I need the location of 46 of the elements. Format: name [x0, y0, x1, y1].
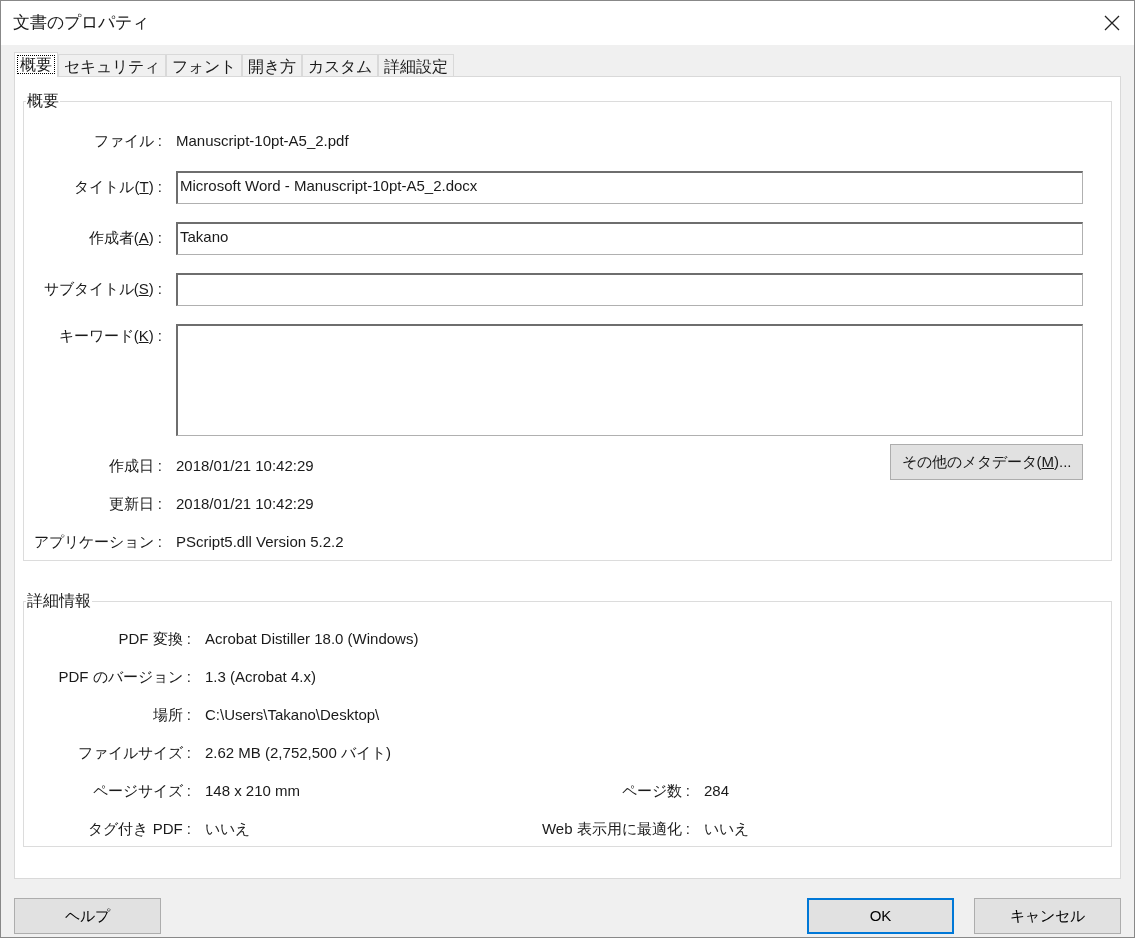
field-value: いいえ — [205, 818, 251, 839]
field-label: サブタイトル(S) : — [42, 279, 162, 300]
input-field[interactable]: Microsoft Word - Manuscript-10pt-A5_2.docx — [176, 171, 1083, 204]
field-label: タグ付き PDF : — [87, 818, 191, 839]
field-label: タイトル(T) : — [73, 177, 162, 198]
field-value: PScript5.dll Version 5.2.2 — [176, 531, 344, 552]
field-value: 284 — [704, 780, 730, 801]
more-metadata-button[interactable]: その他のメタデータ(M)... — [890, 444, 1083, 480]
field-value: いいえ — [704, 818, 749, 839]
field-label: ページ数 : — [620, 780, 690, 801]
field-label: Web 表示用に最適化 : — [540, 818, 690, 839]
field-label: ページサイズ : — [91, 780, 191, 801]
close-icon[interactable] — [1104, 15, 1120, 31]
field-value: C:\Users\Takano\Desktop\ — [205, 704, 381, 725]
tab[interactable]: 概要 — [14, 52, 58, 77]
tab[interactable]: カスタム — [302, 54, 378, 76]
tab[interactable]: セキュリティ — [58, 54, 166, 76]
field-label: ファイル : — [92, 130, 162, 151]
field-value: 148 x 210 mm — [205, 780, 302, 801]
field-label: アプリケーション : — [32, 531, 162, 552]
field-label: PDF のバージョン : — [57, 666, 191, 687]
help-button[interactable]: ヘルプ — [14, 898, 161, 934]
tab[interactable]: 詳細設定 — [378, 54, 454, 76]
field-label: 作成日 : — [107, 455, 162, 476]
window-title: 文書のプロパティ — [13, 12, 149, 35]
dialog-button[interactable]: OK — [807, 898, 954, 934]
field-label: 更新日 : — [107, 493, 162, 514]
field-label: ファイルサイズ : — [76, 742, 191, 763]
group-title: 概要 — [26, 91, 60, 111]
field-label: 作成者(A) : — [87, 228, 162, 249]
input-field[interactable] — [176, 324, 1083, 436]
group-title: 詳細情報 — [26, 591, 92, 611]
field-value: 1.3 (Acrobat 4.x) — [205, 666, 317, 687]
field-label: PDF 変換 : — [117, 628, 191, 649]
tab[interactable]: 開き方 — [242, 54, 302, 76]
field-label: キーワード(K) : — [57, 326, 162, 346]
field-value: Acrobat Distiller 18.0 (Windows) — [205, 628, 420, 649]
input-field[interactable]: Takano — [176, 222, 1083, 255]
field-value: 2018/01/21 10:42:29 — [176, 455, 314, 476]
field-value: 2018/01/21 10:42:29 — [176, 493, 314, 514]
field-label: 場所 : — [151, 704, 191, 725]
dialog-button[interactable]: キャンセル — [974, 898, 1121, 934]
field-value: Manuscript-10pt-A5_2.pdf — [176, 130, 349, 151]
field-value: 2.62 MB (2,752,500 バイト) — [205, 742, 392, 763]
tab[interactable]: フォント — [166, 54, 242, 76]
input-field[interactable] — [176, 273, 1083, 306]
